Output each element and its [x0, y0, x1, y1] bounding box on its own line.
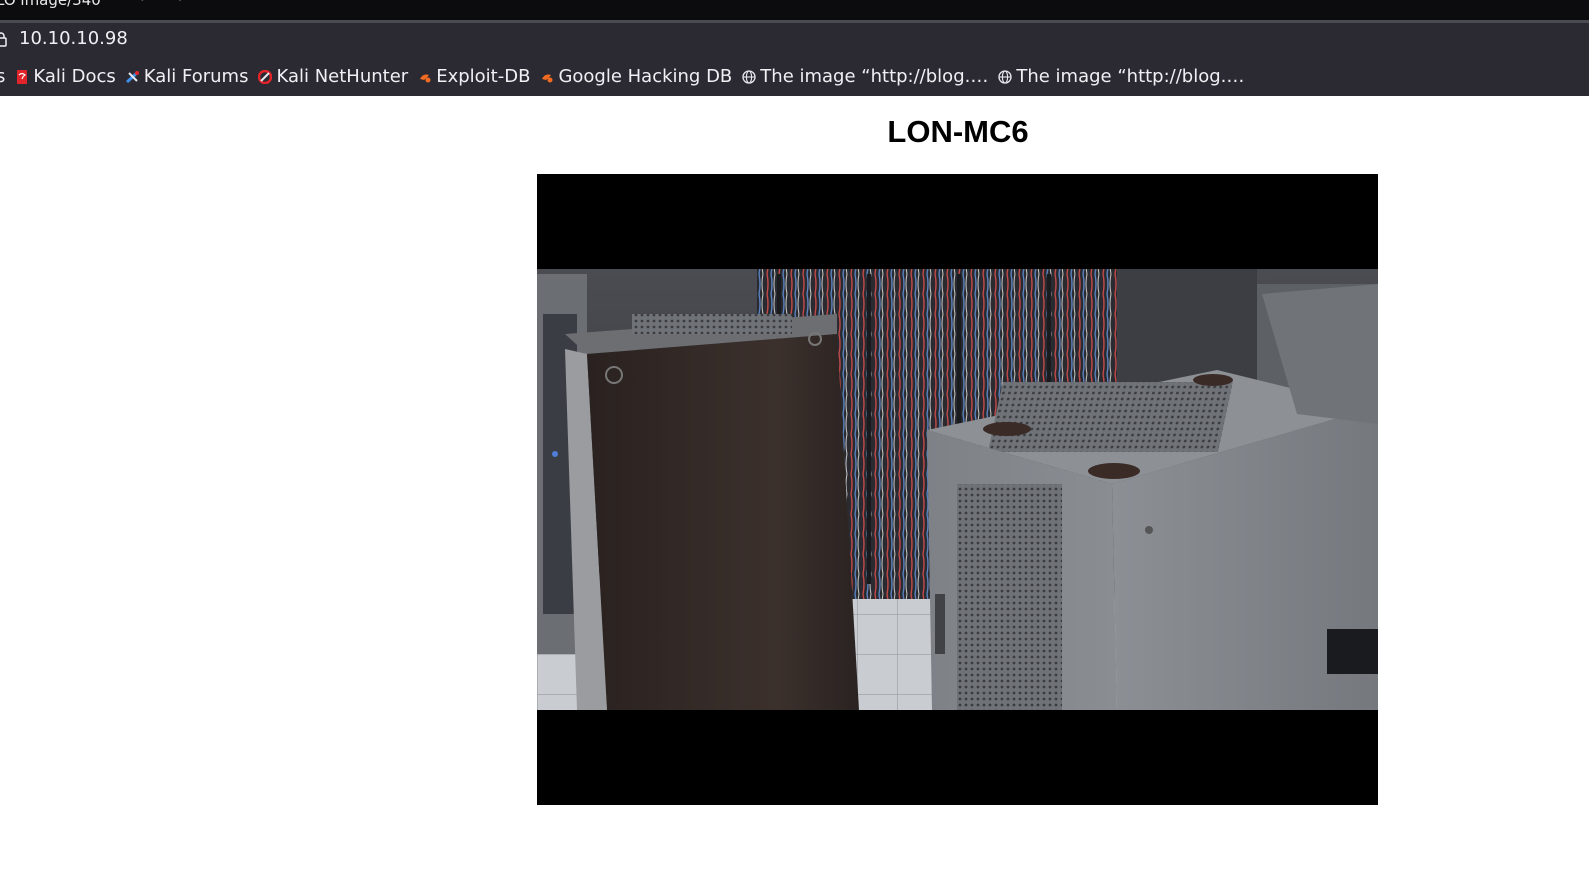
bookmark-label: Kali Docs [33, 66, 116, 87]
globe-icon [998, 69, 1012, 84]
address-bar[interactable]: 10.10.10.98 [0, 23, 1589, 57]
exploit-db-icon [420, 74, 431, 82]
camera-image [537, 174, 1378, 805]
bookmark-item[interactable]: s [0, 66, 5, 87]
kali-docs-icon [17, 69, 28, 84]
page-content: LON-MC6 [0, 96, 1589, 888]
url-text[interactable]: 10.10.10.98 [19, 28, 128, 49]
tab-extra: · · [140, 0, 197, 9]
globe-icon [742, 69, 756, 84]
bookmark-image-2[interactable]: The image “http://blog.… [998, 66, 1244, 87]
bookmark-label: Kali NetHunter [276, 66, 409, 87]
bookmark-image-1[interactable]: The image “http://blog.… [742, 66, 988, 87]
bookmark-label: Kali Forums [143, 66, 249, 87]
bookmark-label: The image “http://blog.… [760, 66, 989, 87]
page-title: LON-MC6 [887, 114, 1029, 149]
tab-strip: LO image/340 · · [0, 0, 1589, 20]
camera-scene [537, 269, 1378, 710]
bookmark-kali-forums[interactable]: Kali Forums [125, 66, 249, 87]
bookmark-kali-nethunter[interactable]: Kali NetHunter [258, 66, 408, 87]
kali-forums-icon [125, 70, 139, 83]
bookmark-label: Exploit-DB [436, 66, 531, 87]
bookmark-label: s [0, 66, 6, 87]
lock-icon [0, 32, 7, 47]
bookmark-kali-docs[interactable]: Kali Docs [15, 66, 116, 87]
tab-title[interactable]: LO image/340 [0, 0, 101, 9]
bookmark-label: Google Hacking DB [558, 66, 733, 87]
bookmark-label: The image “http://blog.… [1016, 66, 1245, 87]
bookmarks-toolbar: s Kali Docs Kali Forums Kali NetHunter E… [0, 57, 1589, 97]
bookmark-google-hacking-db[interactable]: Google Hacking DB [540, 66, 732, 87]
bookmark-exploit-db[interactable]: Exploit-DB [418, 66, 530, 87]
nethunter-icon [258, 69, 273, 84]
ghdb-icon [542, 74, 553, 82]
